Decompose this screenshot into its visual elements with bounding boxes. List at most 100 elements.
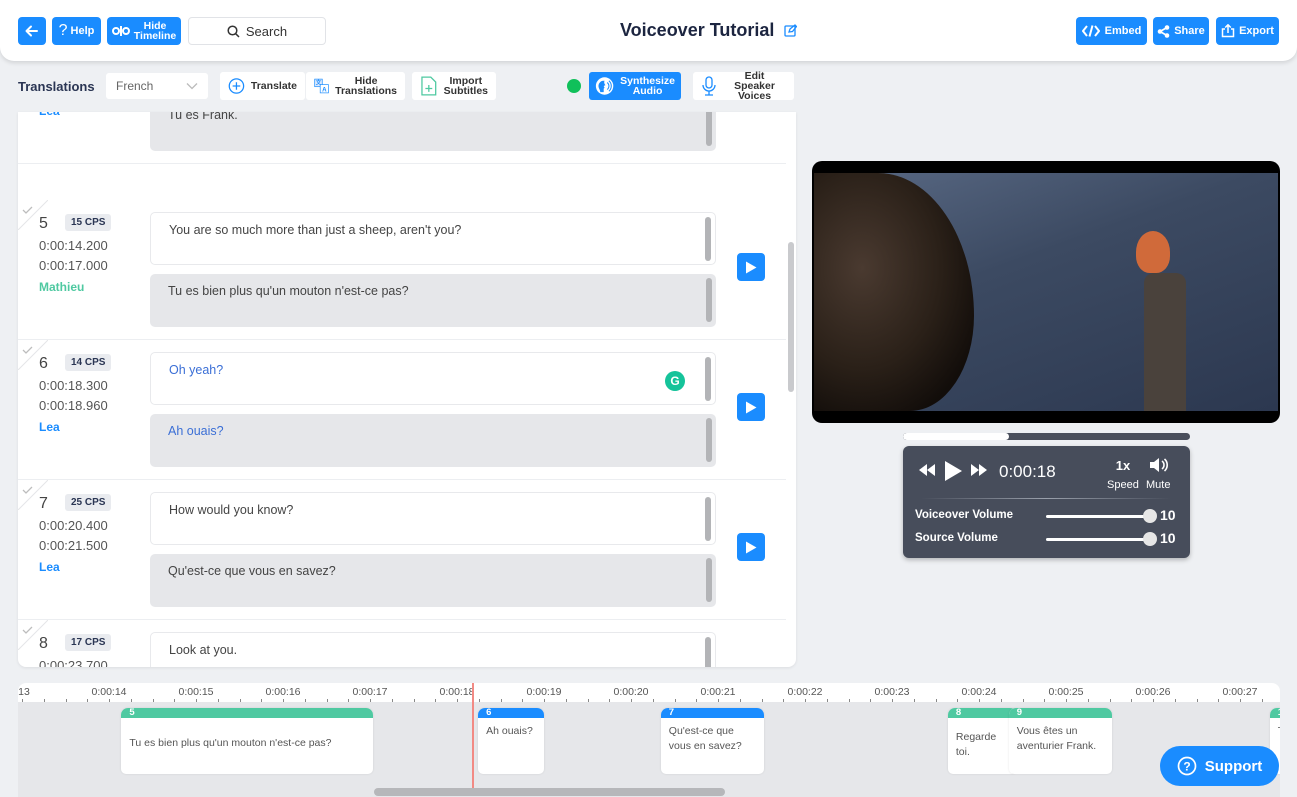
field-scrollbar[interactable]: [705, 497, 711, 541]
play-subtitle-button[interactable]: [737, 253, 765, 281]
timeline-scrollbar[interactable]: [374, 788, 725, 796]
search-button[interactable]: Search: [188, 17, 326, 45]
edit-speaker-voices-button[interactable]: Edit Speaker Voices: [693, 71, 794, 101]
timeline-tick: [957, 699, 959, 702]
play-subtitle-button[interactable]: [737, 533, 765, 561]
subtitle-row[interactable]: 6 14 CPS 0:00:18.300 0:00:18.960 Lea Oh yeah?…: [18, 340, 786, 480]
timeline-clip[interactable]: 9 Vous êtes un aventurier Frank.: [1008, 708, 1113, 774]
synthesize-audio-button[interactable]: Synthesize Audio: [589, 72, 681, 100]
source-text-field[interactable]: How would you know?: [150, 492, 716, 545]
translation-text: Ah ouais?: [168, 424, 224, 438]
subtitle-row[interactable]: 8 17 CPS 0:00:23.700 Look at you.: [18, 620, 786, 667]
search-label: Search: [245, 23, 288, 39]
speaker-name[interactable]: Lea: [39, 560, 60, 574]
language-select[interactable]: French: [106, 73, 208, 99]
source-volume-slider[interactable]: [1046, 538, 1150, 541]
timeline-tick: [783, 699, 785, 702]
translate-label: Translate: [250, 80, 297, 92]
start-time[interactable]: 0:00:23.700: [39, 658, 108, 667]
subtitle-row[interactable]: 0:00:12.000LeaGTu es Frank.: [18, 112, 786, 164]
start-time[interactable]: 0:00:18.300: [39, 378, 108, 393]
title-text: Voiceover Tutorial: [620, 20, 775, 40]
translation-text-field[interactable]: Tu es Frank.: [150, 112, 716, 151]
field-scrollbar[interactable]: [705, 217, 711, 261]
source-text-field[interactable]: Oh yeah? G: [150, 352, 716, 405]
start-time[interactable]: 0:00:14.200: [39, 238, 108, 253]
speaker-name[interactable]: Lea: [39, 420, 60, 434]
support-button[interactable]: ? Support: [1160, 746, 1279, 786]
end-time[interactable]: 0:00:17.000: [39, 258, 108, 273]
source-text-field[interactable]: You are so much more than just a sheep, …: [150, 212, 716, 265]
timeline-tick: [544, 699, 545, 702]
field-scrollbar[interactable]: [706, 112, 712, 146]
panel-scrollbar[interactable]: [788, 242, 794, 392]
embed-button[interactable]: Embed: [1076, 17, 1147, 45]
field-scrollbar[interactable]: [706, 278, 712, 322]
volume-icon[interactable]: [1149, 457, 1169, 473]
mute-label: Mute: [1146, 479, 1171, 491]
timeline-tick-label: 0:00:23: [874, 686, 910, 698]
source-text-field[interactable]: Look at you.: [150, 632, 716, 667]
translate-button[interactable]: Translate: [220, 72, 305, 100]
source-volume-row: Source Volume 10: [915, 530, 1183, 548]
field-scrollbar[interactable]: [705, 357, 711, 401]
timeline-clip[interactable]: 8 Regarde toi.: [947, 708, 1017, 774]
share-button[interactable]: Share: [1153, 17, 1209, 45]
timeline-clip[interactable]: 7 Qu'est-ce que vous en savez?: [660, 708, 765, 774]
translation-text-field[interactable]: Qu'est-ce que vous en savez?: [150, 554, 716, 607]
translation-text-field[interactable]: Ah ouais?: [150, 414, 716, 467]
timeline-tick: [1044, 699, 1046, 702]
video-progress-fill: [903, 433, 1010, 440]
export-button[interactable]: Export: [1216, 17, 1279, 45]
embed-label: Embed: [1104, 25, 1142, 37]
fast-forward-icon[interactable]: [969, 463, 989, 477]
cps-badge: 17 CPS: [65, 634, 112, 651]
hide-translations-button[interactable]: A文 Hide Translations: [306, 72, 405, 100]
speaker-name[interactable]: Lea: [39, 112, 60, 118]
timeline-tick: [43, 699, 45, 702]
help-button[interactable]: ? Help: [52, 17, 101, 45]
timeline-icon: [111, 26, 130, 36]
rewind-icon[interactable]: [917, 463, 937, 477]
hide-timeline-button[interactable]: Hide Timeline: [107, 17, 181, 45]
end-time[interactable]: 0:00:21.500: [39, 538, 108, 553]
status-indicator: [567, 79, 581, 93]
start-time[interactable]: 0:00:20.400: [39, 518, 108, 533]
video-preview[interactable]: [812, 161, 1280, 423]
export-label: Export: [1239, 25, 1274, 37]
play-icon[interactable]: [943, 460, 963, 482]
timeline-clip[interactable]: 6 Ah ouais?: [478, 708, 544, 774]
edit-icon[interactable]: [784, 24, 798, 37]
translation-text-field[interactable]: Tu es bien plus qu'un mouton n'est-ce pa…: [150, 274, 716, 327]
import-subtitles-button[interactable]: Import Subtitles: [412, 72, 496, 100]
timeline-tick: [1131, 699, 1133, 702]
code-icon: [1081, 25, 1100, 37]
field-scrollbar[interactable]: [706, 418, 712, 462]
arrow-left-icon: [25, 25, 38, 37]
voiceover-volume-handle[interactable]: [1143, 509, 1157, 523]
voice-head-icon: [595, 77, 614, 95]
timeline-tick: [718, 699, 719, 702]
grammarly-icon[interactable]: G: [665, 371, 685, 391]
speed-button[interactable]: 1x: [1108, 458, 1138, 473]
timeline-clip[interactable]: 5 Tu es bien plus qu'un mouton n'est-ce p…: [121, 708, 373, 774]
subtitle-row[interactable]: 7 25 CPS 0:00:20.400 0:00:21.500 Lea How woul…: [18, 480, 786, 620]
translations-label: Translations: [18, 79, 95, 94]
voiceover-volume-slider[interactable]: [1046, 515, 1150, 518]
play-subtitle-button[interactable]: [737, 393, 765, 421]
end-time[interactable]: 0:00:18.960: [39, 398, 108, 413]
support-label: Support: [1204, 757, 1263, 775]
subtitle-row[interactable]: 5 15 CPS 0:00:14.200 0:00:17.000 Mathieu You …: [18, 200, 786, 340]
timeline-tick: [130, 699, 132, 702]
speaker-name[interactable]: Mathieu: [39, 280, 84, 294]
field-scrollbar[interactable]: [705, 637, 711, 667]
timeline-tick: [1196, 699, 1198, 702]
video-character-head: [1136, 231, 1170, 273]
video-progress-bar[interactable]: [903, 433, 1190, 440]
source-volume-handle[interactable]: [1143, 532, 1157, 546]
timeline-ruler[interactable]: 13 0:00:14 0:00:15 0:00:16 0:00:17 0:00:18 0:0…: [18, 683, 1280, 702]
timeline-tick: [609, 699, 611, 702]
timeline-playhead[interactable]: [472, 683, 474, 789]
field-scrollbar[interactable]: [706, 558, 712, 602]
back-button[interactable]: [18, 17, 46, 45]
